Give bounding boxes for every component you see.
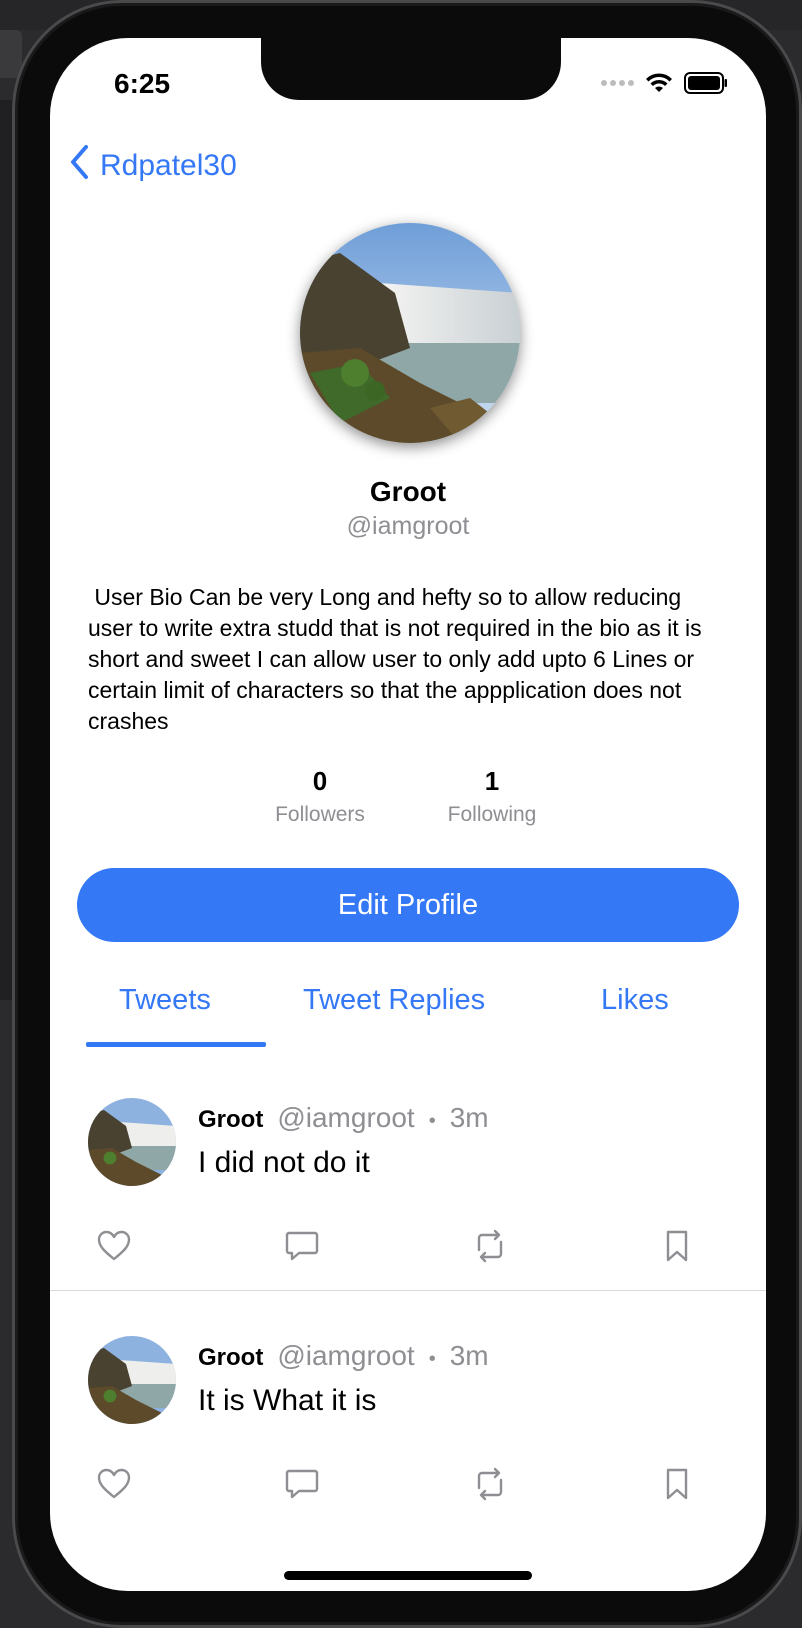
status-time: 6:25 xyxy=(114,68,171,99)
following-label: Following xyxy=(447,803,537,826)
heart-icon[interactable] xyxy=(96,1466,132,1502)
tweet-actions xyxy=(50,1228,766,1268)
tweet-author-handle: @iamgroot xyxy=(277,1102,415,1133)
iphone-frame: 6:25 Rdpatel30 Groot @iamgroot User Bio … xyxy=(12,0,802,1628)
chevron-left-icon xyxy=(68,144,90,188)
battery-icon xyxy=(684,72,728,94)
tab-tweets[interactable]: Tweets xyxy=(119,984,211,1017)
comment-icon[interactable] xyxy=(284,1466,320,1502)
tweet-author-name: Groot xyxy=(198,1106,264,1133)
tweet-meta: Groot @iamgroot • 3m xyxy=(198,1102,489,1134)
tweet-divider xyxy=(50,1290,766,1291)
comment-icon[interactable] xyxy=(284,1228,320,1264)
status-indicators xyxy=(601,72,728,94)
back-button[interactable]: Rdpatel30 xyxy=(68,144,237,188)
profile-handle: @iamgroot xyxy=(346,512,470,540)
tweet-actions xyxy=(50,1466,766,1506)
app-screen: 6:25 Rdpatel30 Groot @iamgroot User Bio … xyxy=(50,38,766,1591)
tweet-author-name: Groot xyxy=(198,1344,264,1371)
profile-bio: User Bio Can be very Long and hefty so t… xyxy=(88,584,709,734)
followers-label: Followers xyxy=(275,803,365,826)
edit-profile-button[interactable]: Edit Profile xyxy=(77,868,739,942)
profile-avatar[interactable] xyxy=(300,223,520,443)
tweet-time: 3m xyxy=(449,1340,489,1371)
retweet-icon[interactable] xyxy=(472,1466,508,1502)
tweet-text: It is What it is xyxy=(198,1384,377,1417)
following-count: 1 xyxy=(484,766,500,796)
bookmark-icon[interactable] xyxy=(659,1228,695,1264)
tweet-avatar[interactable] xyxy=(88,1336,176,1424)
tweet-avatar[interactable] xyxy=(88,1098,176,1186)
retweet-icon[interactable] xyxy=(472,1228,508,1264)
followers-count: 0 xyxy=(312,766,328,796)
profile-name: Groot xyxy=(369,476,447,507)
tweet-meta: Groot @iamgroot • 3m xyxy=(198,1340,489,1372)
cellular-signal-icon xyxy=(601,80,634,86)
heart-icon[interactable] xyxy=(96,1228,132,1264)
notch xyxy=(261,38,561,100)
bookmark-icon[interactable] xyxy=(659,1466,695,1502)
tab-tweet-replies[interactable]: Tweet Replies xyxy=(303,984,485,1017)
tab-likes[interactable]: Likes xyxy=(601,984,669,1017)
followers-stat[interactable]: 0 Followers xyxy=(240,766,400,827)
tweet-separator: • xyxy=(428,1110,436,1132)
following-stat[interactable]: 1 Following xyxy=(412,766,572,827)
tab-selected-indicator xyxy=(86,1042,266,1047)
back-label: Rdpatel30 xyxy=(100,149,237,182)
home-indicator[interactable] xyxy=(284,1571,532,1580)
tweet-text: I did not do it xyxy=(198,1146,370,1179)
tweet-author-handle: @iamgroot xyxy=(277,1340,415,1371)
wifi-icon xyxy=(644,72,674,94)
tweet-time: 3m xyxy=(449,1102,489,1133)
tweet-separator: • xyxy=(428,1348,436,1370)
